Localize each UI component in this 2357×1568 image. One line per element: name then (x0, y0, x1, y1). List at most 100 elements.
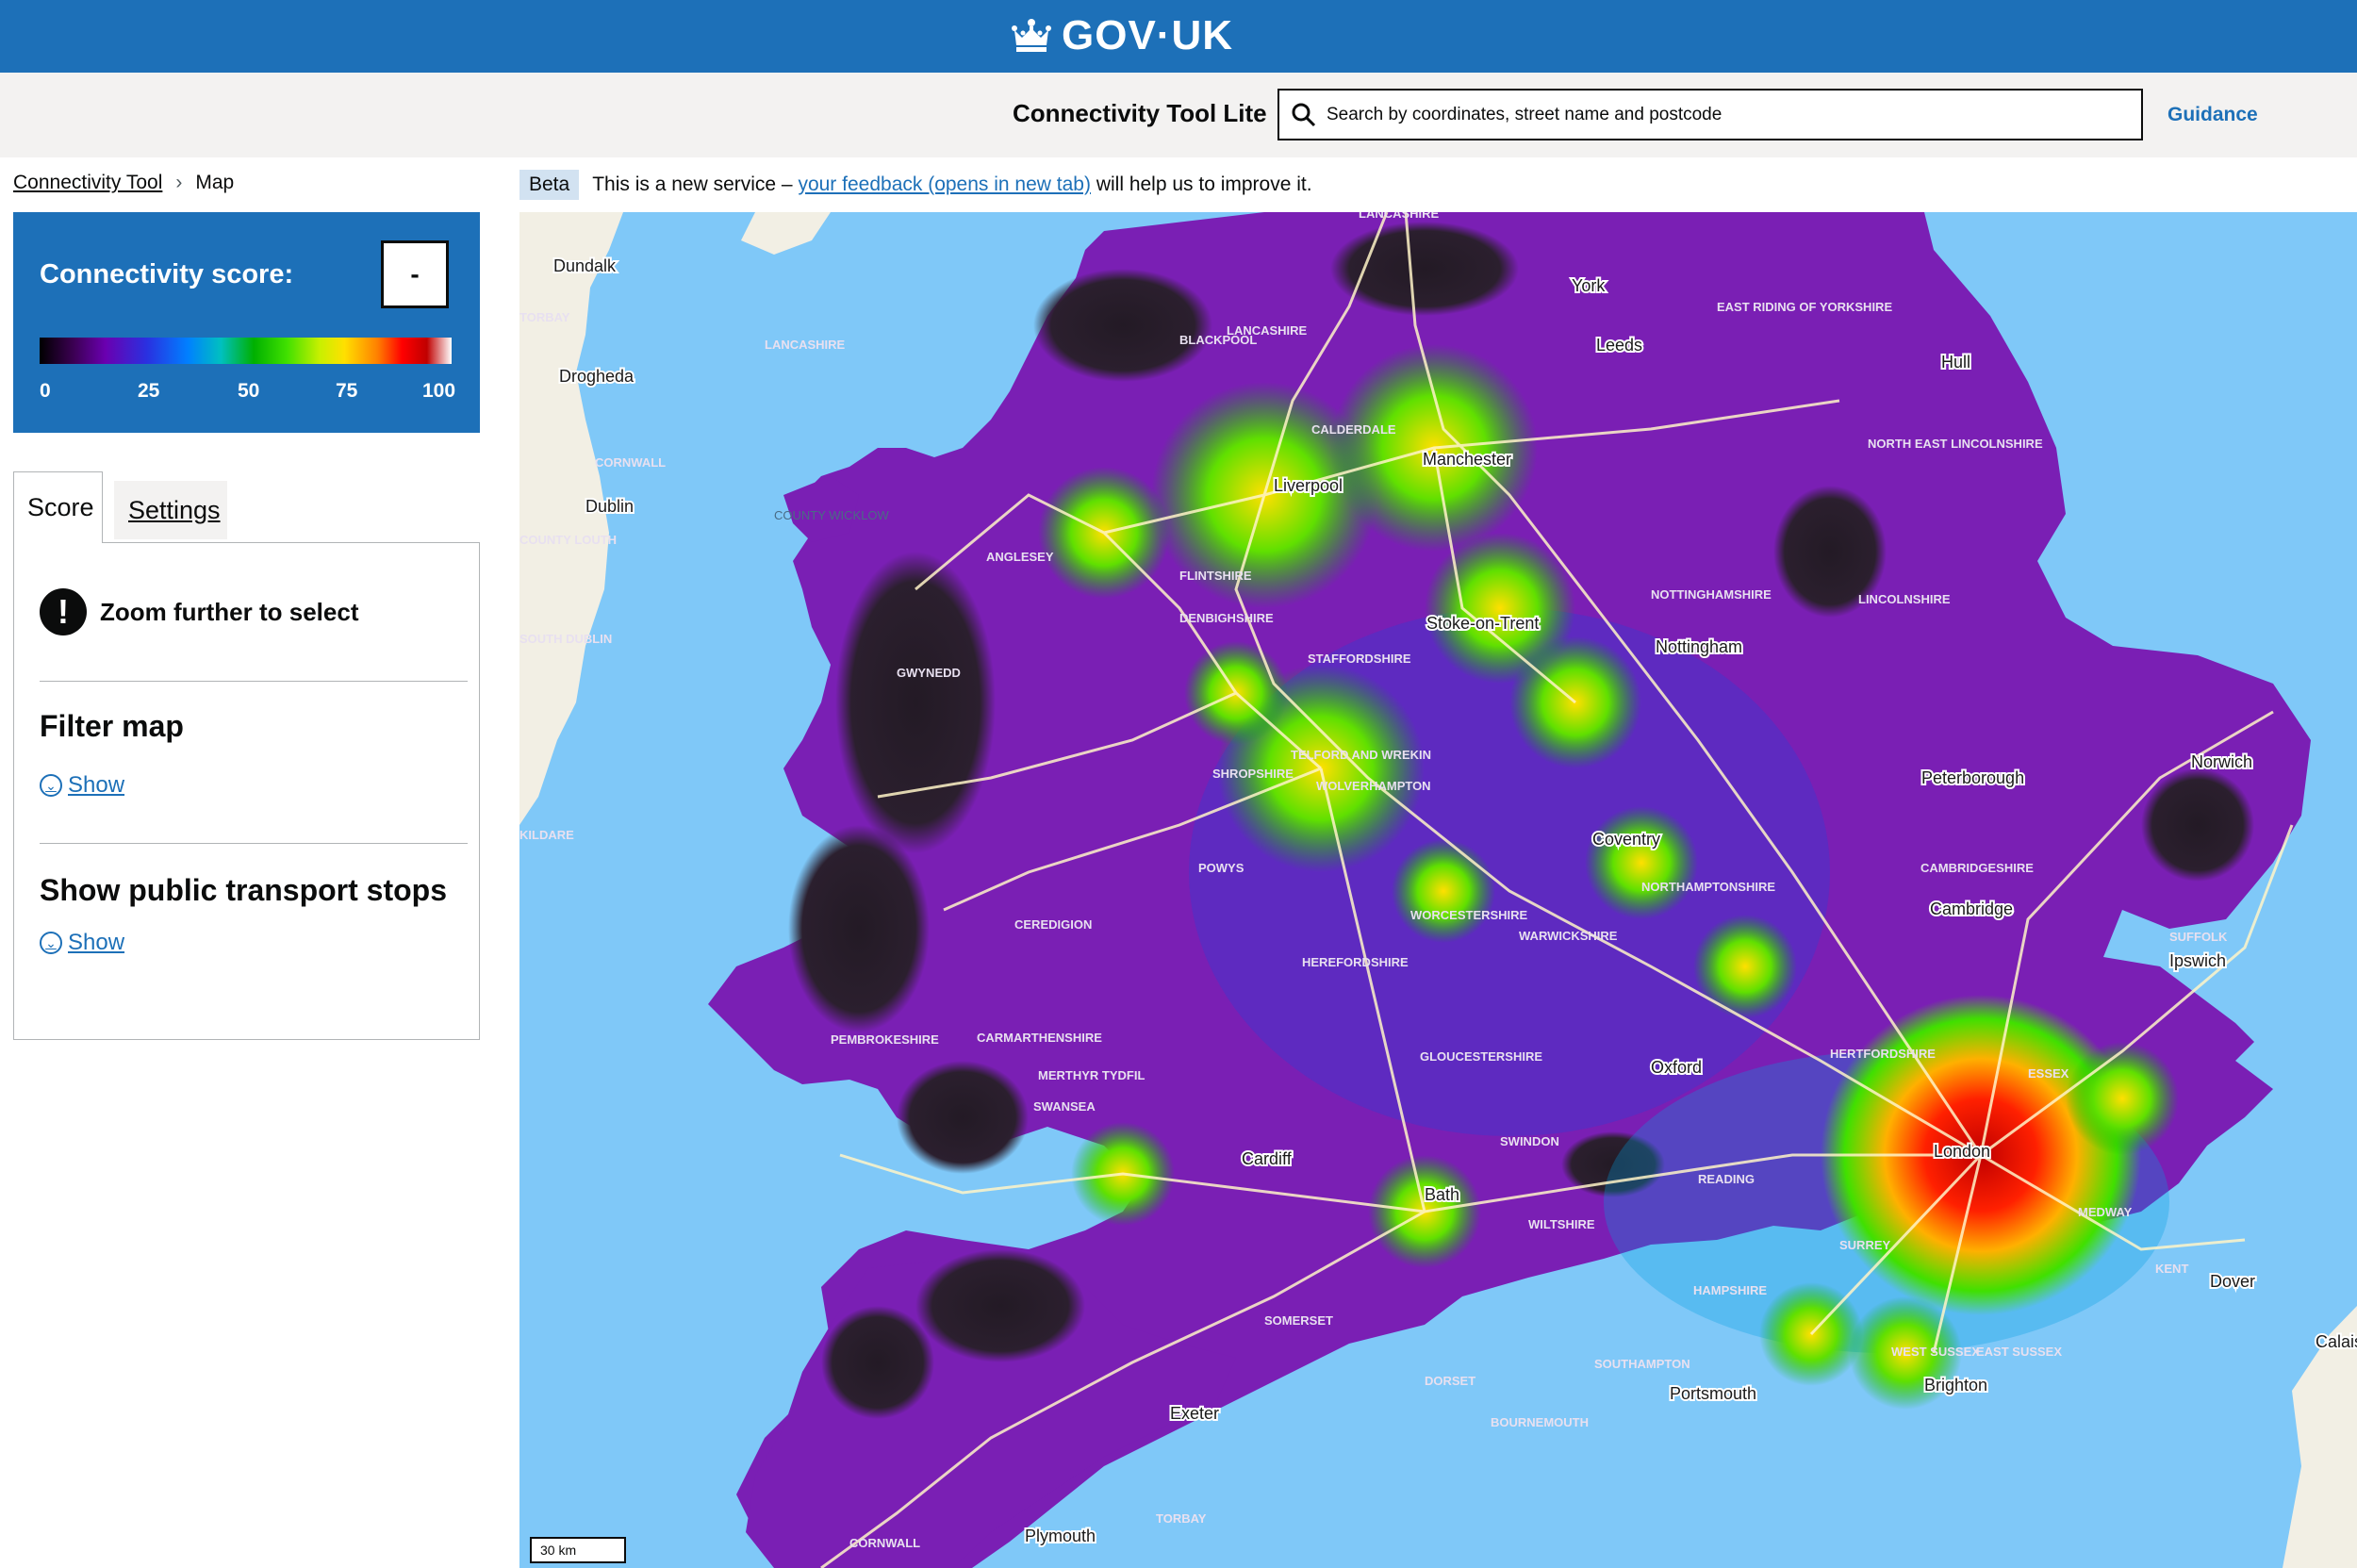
map-label: NOTTINGHAMSHIRE (1651, 587, 1772, 602)
map-label: WARWICKSHIRE (1519, 929, 1618, 943)
breadcrumb-link-connectivity-tool[interactable]: Connectivity Tool (13, 172, 162, 194)
transport-stops-toggle[interactable]: ⌄ Show (40, 930, 124, 956)
legend-tick: 50 (238, 380, 260, 402)
zoom-warning: ! Zoom further to select (40, 588, 358, 635)
filter-map-heading: Filter map (40, 709, 184, 743)
map-label: GWYNEDD (897, 666, 961, 680)
city-label-plymouth: Plymouth (1025, 1527, 1096, 1545)
city-label-dublin: Dublin (585, 497, 634, 516)
filter-map-toggle-label: Show (68, 772, 125, 798)
low-zone-moors (1330, 222, 1519, 316)
filter-map-toggle[interactable]: ⌄ Show (40, 772, 124, 799)
beta-text-after: will help us to improve it. (1090, 173, 1312, 195)
map-label: MEDWAY (2078, 1205, 2133, 1219)
map-label: EAST RIDING OF YORKSHIRE (1717, 300, 1892, 314)
legend-tick: 25 (138, 380, 160, 402)
map-label: WILTSHIRE (1528, 1217, 1595, 1231)
city-label-liverpool: Liverpool (1274, 476, 1343, 495)
map-label: DORSET (1425, 1374, 1475, 1388)
map-label: FLINTSHIRE (1179, 569, 1252, 583)
city-label-portsmouth: Portsmouth (1670, 1384, 1756, 1403)
low-zone-bodmin (821, 1306, 934, 1419)
map-label: NORTHAMPTONSHIRE (1641, 880, 1775, 894)
city-label-norwich: Norwich (2191, 752, 2252, 771)
map-label: SURREY (1839, 1238, 1891, 1252)
city-label-coventry: Coventry (1592, 830, 1660, 849)
search-icon (1292, 103, 1316, 126)
map-label: DENBIGHSHIRE (1179, 611, 1274, 625)
feedback-link[interactable]: your feedback (opens in new tab) (798, 173, 1091, 196)
city-label-bath: Bath (1425, 1185, 1459, 1204)
divider (40, 681, 468, 682)
low-zone-snowdonia (835, 552, 996, 853)
city-label-london: London (1934, 1142, 1990, 1161)
score-value: - (381, 240, 449, 308)
map-label: SOMERSET (1264, 1313, 1333, 1328)
map-label: COUNTY LOUTH (519, 533, 617, 547)
city-label-stoke: Stoke-on-Trent (1426, 614, 1539, 633)
divider (40, 843, 468, 844)
hotspot-coventry (1392, 839, 1495, 943)
map-label: SWINDON (1500, 1134, 1559, 1148)
transport-stops-toggle-label: Show (68, 930, 125, 955)
city-label-cardiff: Cardiff (1242, 1149, 1293, 1168)
map-label: CALDERDALE (1311, 422, 1396, 437)
city-label-drogheda: Drogheda (559, 367, 635, 386)
connectivity-legend: Connectivity score: - 0 25 50 75 100 (13, 212, 480, 433)
service-name[interactable]: Connectivity Tool Lite (1013, 99, 1267, 128)
hotspot-oxford (1693, 915, 1797, 1018)
legend-tick: 0 (40, 380, 51, 402)
scale-bar: 30 km (530, 1537, 626, 1563)
city-label-nottingham: Nottingham (1656, 637, 1742, 656)
guidance-link[interactable]: Guidance (2167, 104, 2258, 126)
map-label: EAST SUSSEX (1976, 1345, 2062, 1359)
map-label: HERTFORDSHIRE (1830, 1047, 1936, 1061)
govuk-logo[interactable]: GOV·UK (1011, 8, 1233, 64)
low-zone-brecon (897, 1061, 1029, 1174)
map-canvas[interactable]: LANCASHIRE TORBAY CORNWALL COUNTY LOUTH … (519, 212, 2357, 1568)
map-label: STAFFORDSHIRE (1308, 652, 1411, 666)
map-label: TORBAY (1156, 1511, 1207, 1526)
map-label: LANCASHIRE (1359, 212, 1440, 221)
map-label: LANCASHIRE (765, 338, 846, 352)
city-label-peterborough: Peterborough (1921, 768, 2024, 787)
low-zone-norfolk (2141, 768, 2254, 882)
warning-icon: ! (40, 588, 87, 635)
map-label: KILDARE (519, 828, 574, 842)
city-label-calais: Calais (2316, 1332, 2357, 1351)
govuk-wordmark: GOV·UK (1062, 12, 1233, 58)
city-label-cambridge: Cambridge (1930, 900, 2013, 918)
map-label: CARMARTHENSHIRE (977, 1031, 1102, 1045)
legend-title: Connectivity score: (40, 259, 294, 289)
map-label: CEREDIGION (1014, 917, 1092, 932)
city-label-leeds: Leeds (1596, 336, 1642, 355)
legend-tick: 75 (336, 380, 358, 402)
map-label: ESSEX (2028, 1066, 2069, 1081)
map-label: HAMPSHIRE (1693, 1283, 1767, 1297)
city-label-manchester: Manchester (1423, 450, 1511, 469)
search-input[interactable] (1325, 103, 2120, 126)
city-label-dover: Dover (2210, 1272, 2255, 1291)
map-label: WORCESTERSHIRE (1410, 908, 1528, 922)
breadcrumb-current: Map (195, 172, 235, 193)
zoom-warning-text: Zoom further to select (100, 597, 359, 626)
tab-settings[interactable]: Settings (114, 481, 227, 539)
beta-text-before: This is a new service – (592, 173, 799, 195)
map-label: SUFFOLK (2169, 930, 2228, 944)
score-panel: ! Zoom further to select Filter map ⌄ Sh… (13, 542, 480, 1040)
beta-tag: Beta (519, 169, 580, 200)
low-zone-mid-wales (788, 825, 930, 1032)
city-label-dundalk: Dundalk (553, 256, 617, 275)
map-label: BLACKPOOL (1179, 333, 1257, 347)
map-label: COUNTY WICKLOW (774, 508, 890, 522)
hotspot-essex (2066, 1042, 2179, 1155)
connectivity-map[interactable]: LANCASHIRE TORBAY CORNWALL COUNTY LOUTH … (519, 212, 2357, 1568)
low-zone-dales (1033, 269, 1212, 382)
map-label: SHROPSHIRE (1212, 767, 1294, 781)
map-label: CORNWALL (849, 1536, 920, 1550)
legend-tick: 100 (422, 380, 456, 402)
tab-score[interactable]: Score (13, 471, 103, 543)
chevron-down-icon: ⌄ (40, 932, 62, 954)
map-label: TORBAY (519, 310, 570, 324)
chevron-down-icon: ⌄ (40, 774, 62, 797)
